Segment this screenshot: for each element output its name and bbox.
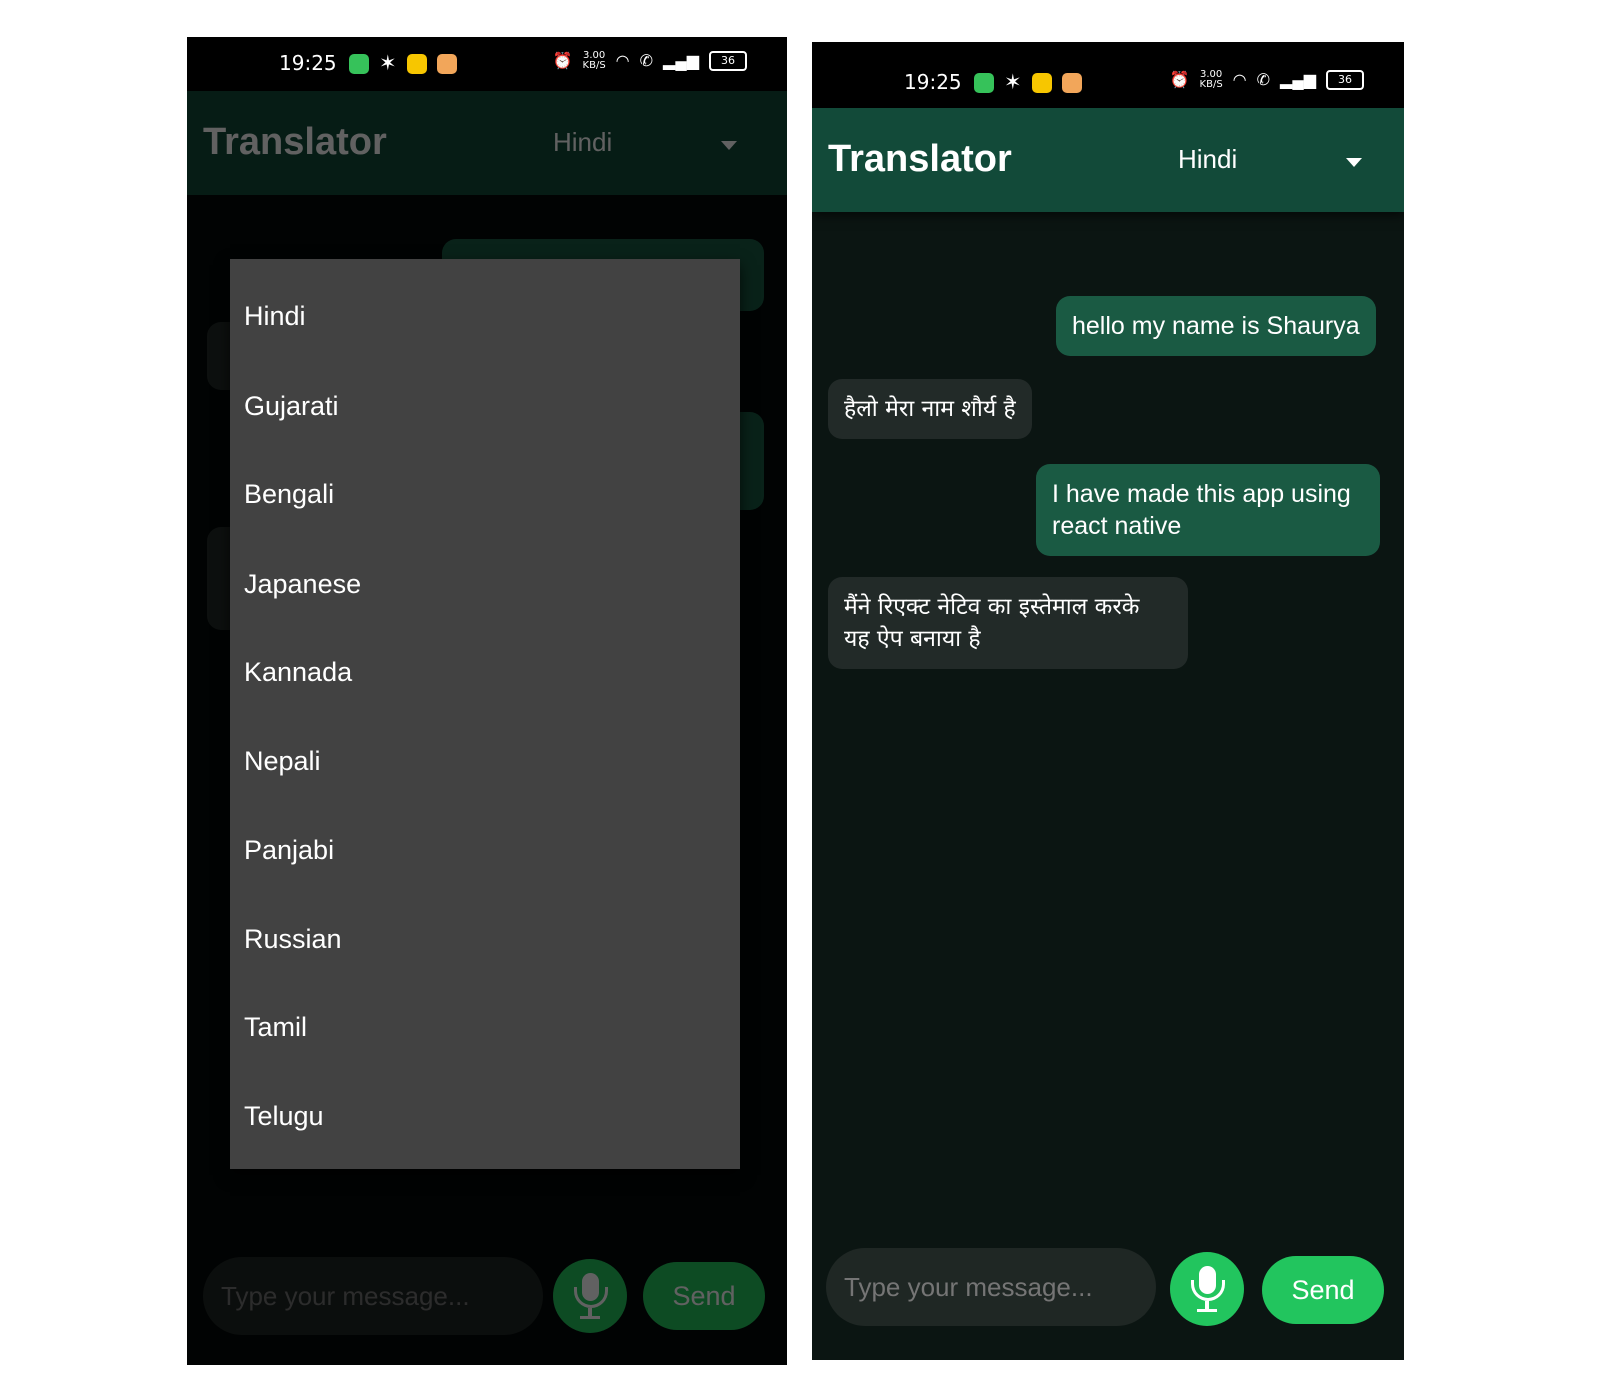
phone-screen-chat: 19:25 ✶ ⏰ 3.00 KB/S ◠ ✆ ▂▄▆ 36 Translator… xyxy=(812,42,1404,1360)
app-notification-icon xyxy=(1061,72,1082,93)
signal-icon: ▂▄▆ xyxy=(1280,72,1316,89)
flipkart-icon xyxy=(1031,72,1052,93)
language-option[interactable]: Kannada xyxy=(244,657,352,688)
battery-icon: 36 xyxy=(709,51,747,71)
wifi-icon: ◠ xyxy=(1232,72,1247,89)
alarm-icon: ⏰ xyxy=(552,53,573,70)
message-bubble-user: hello my name is Shaurya xyxy=(1056,296,1376,356)
network-speed: 3.00 KB/S xyxy=(1200,70,1223,90)
app-header: Translator Hindi xyxy=(812,108,1404,212)
message-bubble-user: I have made this app using react native xyxy=(1036,464,1380,556)
language-dropdown-menu: Hindi Gujarati Bengali Japanese Kannada … xyxy=(230,259,740,1169)
network-speed: 3.00 KB/S xyxy=(583,51,606,71)
call-icon: ✆ xyxy=(1256,72,1271,89)
status-bar: 19:25 ✶ ⏰ 3.00 KB/S ◠ ✆ ▂▄▆ 36 xyxy=(187,37,787,91)
message-bubble-bot: मैंने रिएक्ट नेटिव का इस्तेमाल करके यह ऐ… xyxy=(828,577,1188,669)
phone-screen-dropdown-open: 19:25 ✶ ⏰ 3.00KB/S ◠ ✆ ▂▄▆ 36 Translator… xyxy=(187,37,787,1365)
microphone-icon-foot xyxy=(1197,1309,1217,1312)
system-icons: ⏰ 3.00 KB/S ◠ ✆ ▂▄▆ 36 xyxy=(1170,70,1364,90)
battery-icon: 36 xyxy=(1326,70,1364,90)
status-bar: 19:25 ✶ ⏰ 3.00 KB/S ◠ ✆ ▂▄▆ 36 xyxy=(812,42,1404,108)
language-option[interactable]: Telugu xyxy=(244,1101,324,1132)
status-time: 19:25 xyxy=(904,70,962,94)
system-icons: ⏰ 3.00 KB/S ◠ ✆ ▂▄▆ 36 xyxy=(553,51,747,71)
app-notification-icon xyxy=(974,72,994,93)
language-option[interactable]: Gujarati xyxy=(244,391,339,422)
language-picker[interactable]: Hindi xyxy=(1178,144,1378,180)
language-option[interactable]: Japanese xyxy=(244,569,361,600)
language-option[interactable]: Tamil xyxy=(244,1012,307,1043)
app-notification-icon xyxy=(349,53,369,74)
app-title: Translator xyxy=(828,138,1012,180)
sparkle-icon: ✶ xyxy=(379,52,397,75)
speed-unit: KB/S xyxy=(582,60,606,71)
language-option[interactable]: Russian xyxy=(244,924,342,955)
signal-icon: ▂▄▆ xyxy=(663,53,699,70)
language-option[interactable]: Panjabi xyxy=(244,835,334,866)
flipkart-icon xyxy=(406,53,427,74)
chevron-down-icon xyxy=(1346,158,1362,167)
language-option[interactable]: Nepali xyxy=(244,746,321,777)
send-button[interactable]: Send xyxy=(1262,1256,1384,1324)
language-option[interactable]: Hindi xyxy=(244,301,306,332)
call-icon: ✆ xyxy=(639,53,654,70)
message-bubble-bot: हैलो मेरा नाम शौर्य है xyxy=(828,379,1032,439)
message-input[interactable] xyxy=(826,1248,1156,1326)
notification-icons: ✶ xyxy=(349,51,457,76)
speed-unit: KB/S xyxy=(1199,79,1223,90)
language-option[interactable]: Bengali xyxy=(244,479,334,510)
wifi-icon: ◠ xyxy=(615,53,630,70)
alarm-icon: ⏰ xyxy=(1169,72,1190,89)
microphone-icon-arc xyxy=(1191,1280,1225,1301)
microphone-button[interactable] xyxy=(1170,1252,1244,1326)
sparkle-icon: ✶ xyxy=(1004,71,1022,94)
app-notification-icon xyxy=(436,53,457,74)
notification-icons: ✶ xyxy=(974,70,1082,95)
status-time: 19:25 xyxy=(279,51,337,75)
selected-language: Hindi xyxy=(1178,144,1238,174)
